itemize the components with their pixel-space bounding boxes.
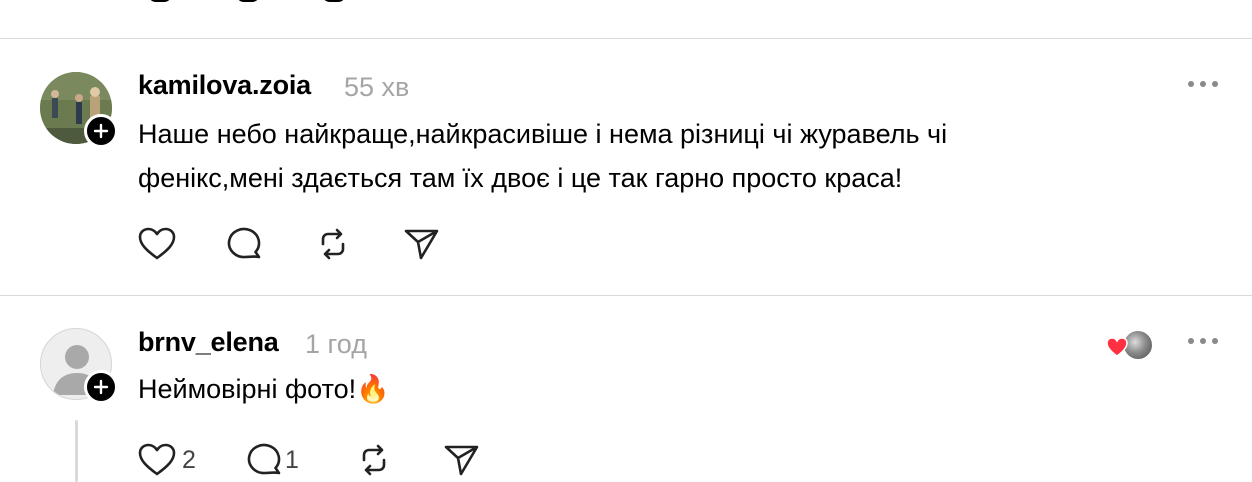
- post-text-line: Неймовірні фото!🔥: [138, 374, 390, 404]
- heart-icon: [138, 227, 176, 260]
- divider: [0, 38, 1252, 39]
- repost-button[interactable]: [356, 443, 392, 477]
- comment-button[interactable]: 1: [247, 443, 299, 477]
- share-button[interactable]: [444, 443, 480, 477]
- previous-repost-icon-fragment: [322, 0, 346, 2]
- red-heart-icon: [1106, 337, 1128, 357]
- post-time: 1 год: [305, 329, 367, 359]
- comment-button[interactable]: [227, 227, 263, 261]
- previous-post-remnant: [0, 0, 1252, 38]
- post-text: Неймовірні фото!🔥: [138, 367, 1138, 411]
- previous-comment-icon-fragment: [236, 0, 260, 2]
- liked-by-reaction[interactable]: [1106, 329, 1154, 361]
- post-text-line: фенікс,мені здається там їх двоє і це та…: [138, 163, 903, 193]
- follow-plus-button[interactable]: [84, 370, 118, 404]
- heart-icon: [138, 443, 176, 476]
- plus-icon: [93, 123, 109, 139]
- follow-plus-button[interactable]: [84, 114, 118, 148]
- username[interactable]: kamilova.zoia: [138, 70, 311, 101]
- share-icon: [404, 229, 439, 260]
- share-icon: [444, 445, 479, 476]
- avatar-container[interactable]: [40, 72, 118, 148]
- post-text-line: Наше небо найкраще,найкрасивіше і нема р…: [138, 119, 948, 149]
- post-text: Наше небо найкраще,найкрасивіше і нема р…: [138, 112, 1138, 200]
- more-icon: [1188, 338, 1194, 344]
- repost-icon: [362, 444, 386, 476]
- more-options-button[interactable]: [1188, 81, 1218, 91]
- more-icon: [1188, 81, 1194, 87]
- share-button[interactable]: [404, 227, 440, 261]
- username[interactable]: brnv_elena: [138, 327, 279, 358]
- avatar-container[interactable]: [40, 328, 118, 404]
- like-button[interactable]: 2: [138, 443, 196, 477]
- like-button[interactable]: [138, 227, 176, 261]
- post-time: 55 хв: [344, 72, 410, 102]
- thread-line: [75, 420, 78, 482]
- comment-icon: [227, 227, 261, 259]
- more-options-button[interactable]: [1188, 338, 1218, 348]
- reply-count: 1: [285, 445, 299, 474]
- repost-button[interactable]: [315, 227, 351, 261]
- plus-icon: [93, 379, 109, 395]
- divider: [0, 295, 1252, 296]
- previous-heart-icon-fragment: [148, 0, 172, 2]
- comment-icon: [247, 443, 281, 475]
- like-count: 2: [182, 445, 196, 474]
- repost-icon: [321, 228, 345, 260]
